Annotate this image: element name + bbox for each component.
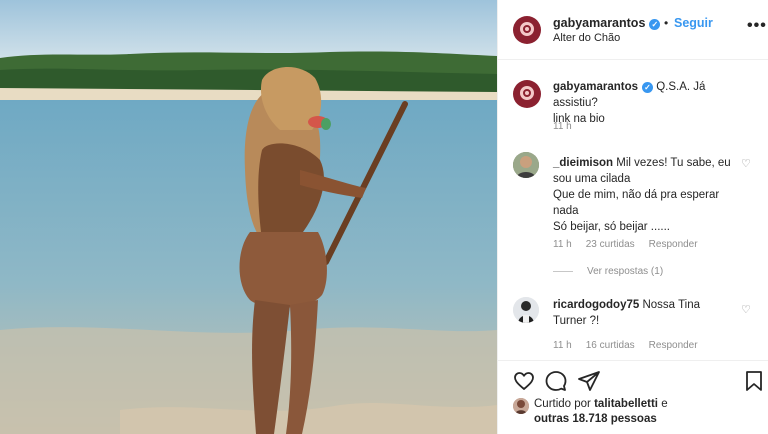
commenter-username[interactable]: ricardogodoy75 [553,299,639,311]
comment-meta: 11 h 23 curtidas Responder [553,239,712,250]
comment-line: Só beijar, só beijar ...... [553,221,670,233]
view-replies-label[interactable]: Ver respostas (1) [587,266,663,277]
replies-divider [553,270,573,272]
liked-by-others[interactable]: outras 18.718 pessoas [534,413,657,425]
avatar-image [513,152,539,178]
comment-like-heart-icon[interactable]: ♡ [741,157,751,170]
comment-line: Turner ?! [553,315,600,327]
verified-badge-icon: ✓ [642,82,654,93]
photo-image [0,0,497,434]
author-username[interactable]: gabyamarantos ✓ [553,16,661,30]
heart-icon[interactable] [512,369,536,393]
comment-meta: 11 h 16 curtidas Responder [553,340,712,351]
reply-button[interactable]: Responder [649,239,698,250]
verified-badge-icon: ✓ [649,19,661,30]
liked-by-prefix: Curtido por [534,398,591,410]
commenter-avatar[interactable] [513,152,539,178]
comment-line: Que de mim, não dá pra esperar [553,189,720,201]
more-options-icon[interactable]: ••• [747,18,767,34]
comment-likes[interactable]: 23 curtidas [586,239,635,250]
avatar-image [513,297,539,323]
share-icon[interactable] [577,369,601,393]
author-username-text[interactable]: gabyamarantos [553,16,645,30]
bookmark-icon[interactable] [742,369,766,393]
caption-avatar[interactable] [513,80,541,108]
comment-line: sou uma cilada [553,173,631,185]
reply-button[interactable]: Responder [649,340,698,351]
author-avatar[interactable] [513,16,541,44]
liked-by-user[interactable]: talitabelletti [594,398,658,410]
comment-icon[interactable] [544,369,568,393]
liker-avatar[interactable] [513,398,529,414]
follow-button[interactable]: Seguir [674,16,713,30]
post-location[interactable]: Alter do Chão [553,32,620,44]
post-photo[interactable] [0,0,497,434]
comments-list[interactable]: gabyamarantos ✓ Q.S.A. Já assistiu? link … [498,60,768,360]
comment-line: Mil vezes! Tu sabe, eu [616,157,731,169]
post-side-panel: gabyamarantos ✓ • Seguir Alter do Chão ••… [497,0,768,434]
caption-username[interactable]: gabyamarantos [553,81,638,93]
caption-time[interactable]: 11 h [553,121,572,132]
header-separator: • [664,16,669,30]
comment-like-heart-icon[interactable]: ♡ [741,303,751,316]
comment-text: _dieimison Mil vezes! Tu sabe, eu sou um… [553,155,738,235]
comment-time[interactable]: 11 h [553,239,572,250]
comment-line: nada [553,205,579,217]
comment-likes[interactable]: 16 curtidas [586,340,635,351]
post-header: gabyamarantos ✓ • Seguir Alter do Chão ••… [498,0,768,60]
comment-text: ricardogodoy75 Nossa Tina Turner ?! [553,297,738,329]
view-replies-button[interactable]: Ver respostas (1) [553,266,663,277]
liked-by-and: e [661,398,668,410]
comment-time[interactable]: 11 h [553,340,572,351]
liker-avatar-image [513,398,529,414]
liked-by-summary: Curtido por talitabelletti e outras 18.7… [534,397,668,427]
caption-text: gabyamarantos ✓ Q.S.A. Já assistiu? link … [553,79,753,127]
commenter-username[interactable]: _dieimison [553,157,613,169]
commenter-avatar[interactable] [513,297,539,323]
comment-line: Nossa Tina [642,299,701,311]
post-actions: Curtido por talitabelletti e outras 18.7… [498,360,768,434]
